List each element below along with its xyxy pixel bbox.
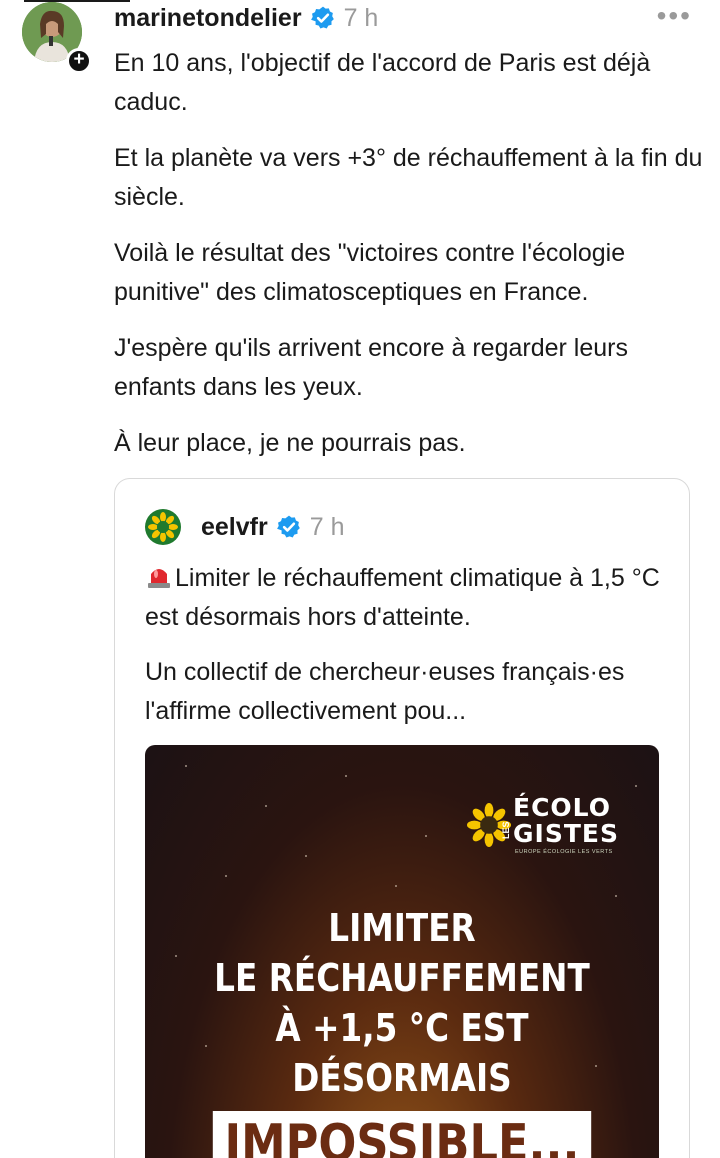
post-paragraph: Voilà le résultat des "victoires contre … bbox=[114, 239, 626, 306]
verified-badge-icon bbox=[310, 6, 334, 29]
headline-line: À +1,5 °C EST DÉSORMAIS bbox=[275, 1006, 529, 1100]
quoted-paragraph-text: Limiter le réchauffement climatique à 1,… bbox=[145, 564, 660, 631]
les-ecologistes-logo: LES ÉCOLO GISTES EUROPE ÉCOLOGIE LES VER… bbox=[467, 793, 627, 859]
author-username[interactable]: marinetondelier bbox=[114, 4, 302, 33]
more-dots-icon[interactable]: ••• bbox=[657, 2, 692, 30]
headline-line: LIMITER bbox=[328, 906, 476, 950]
post-paragraph: En 10 ans, l'objectif de l'accord de Par… bbox=[114, 49, 651, 116]
quoted-post-body: Limiter le réchauffement climatique à 1,… bbox=[145, 559, 665, 747]
quoted-paragraph: Un collectif de chercheur·euses français… bbox=[145, 658, 625, 725]
quoted-paragraph: Limiter le réchauffement climatique à 1,… bbox=[145, 559, 665, 637]
quoted-post-header: eelvfr 7 h bbox=[145, 509, 344, 545]
thread-post: + marinetondelier 7 h ••• En 10 ans, l'o… bbox=[0, 0, 720, 1158]
headline-highlight: IMPOSSIBLE... bbox=[212, 1111, 592, 1158]
post-time: 7 h bbox=[343, 3, 379, 32]
headline-line: LE RÉCHAUFFEMENT bbox=[214, 956, 590, 1000]
quoted-author-username[interactable]: eelvfr bbox=[201, 513, 268, 542]
quoted-post-image[interactable]: LES ÉCOLO GISTES EUROPE ÉCOLOGIE LES VER… bbox=[145, 745, 659, 1158]
image-headline: LIMITER LE RÉCHAUFFEMENT À +1,5 °C EST D… bbox=[181, 903, 623, 1158]
post-paragraph: Et la planète va vers +3° de réchauffeme… bbox=[114, 144, 703, 211]
follow-plus-icon[interactable]: + bbox=[66, 48, 92, 74]
logo-line-1: ÉCOLO bbox=[513, 793, 611, 822]
quoted-post-time: 7 h bbox=[309, 512, 345, 541]
post-paragraph: J'espère qu'ils arrivent encore à regard… bbox=[114, 334, 628, 401]
logo-les-text: LES bbox=[501, 821, 511, 839]
post-paragraph: À leur place, je ne pourrais pas. bbox=[114, 429, 466, 457]
post-header: marinetondelier 7 h bbox=[114, 2, 378, 34]
verified-badge-icon bbox=[276, 515, 300, 538]
author-avatar-container[interactable]: + bbox=[22, 2, 92, 74]
eelv-sunflower-avatar[interactable] bbox=[145, 509, 181, 545]
logo-wordmark: ÉCOLO GISTES bbox=[513, 795, 619, 847]
logo-subtitle: EUROPE ÉCOLOGIE LES VERTS bbox=[515, 849, 613, 855]
quoted-post[interactable]: eelvfr 7 h Limiter le réchauffement clim… bbox=[114, 478, 690, 1158]
logo-line-2: GISTES bbox=[513, 819, 619, 848]
siren-emoji-icon bbox=[148, 569, 170, 588]
post-body: En 10 ans, l'objectif de l'accord de Par… bbox=[114, 44, 704, 480]
